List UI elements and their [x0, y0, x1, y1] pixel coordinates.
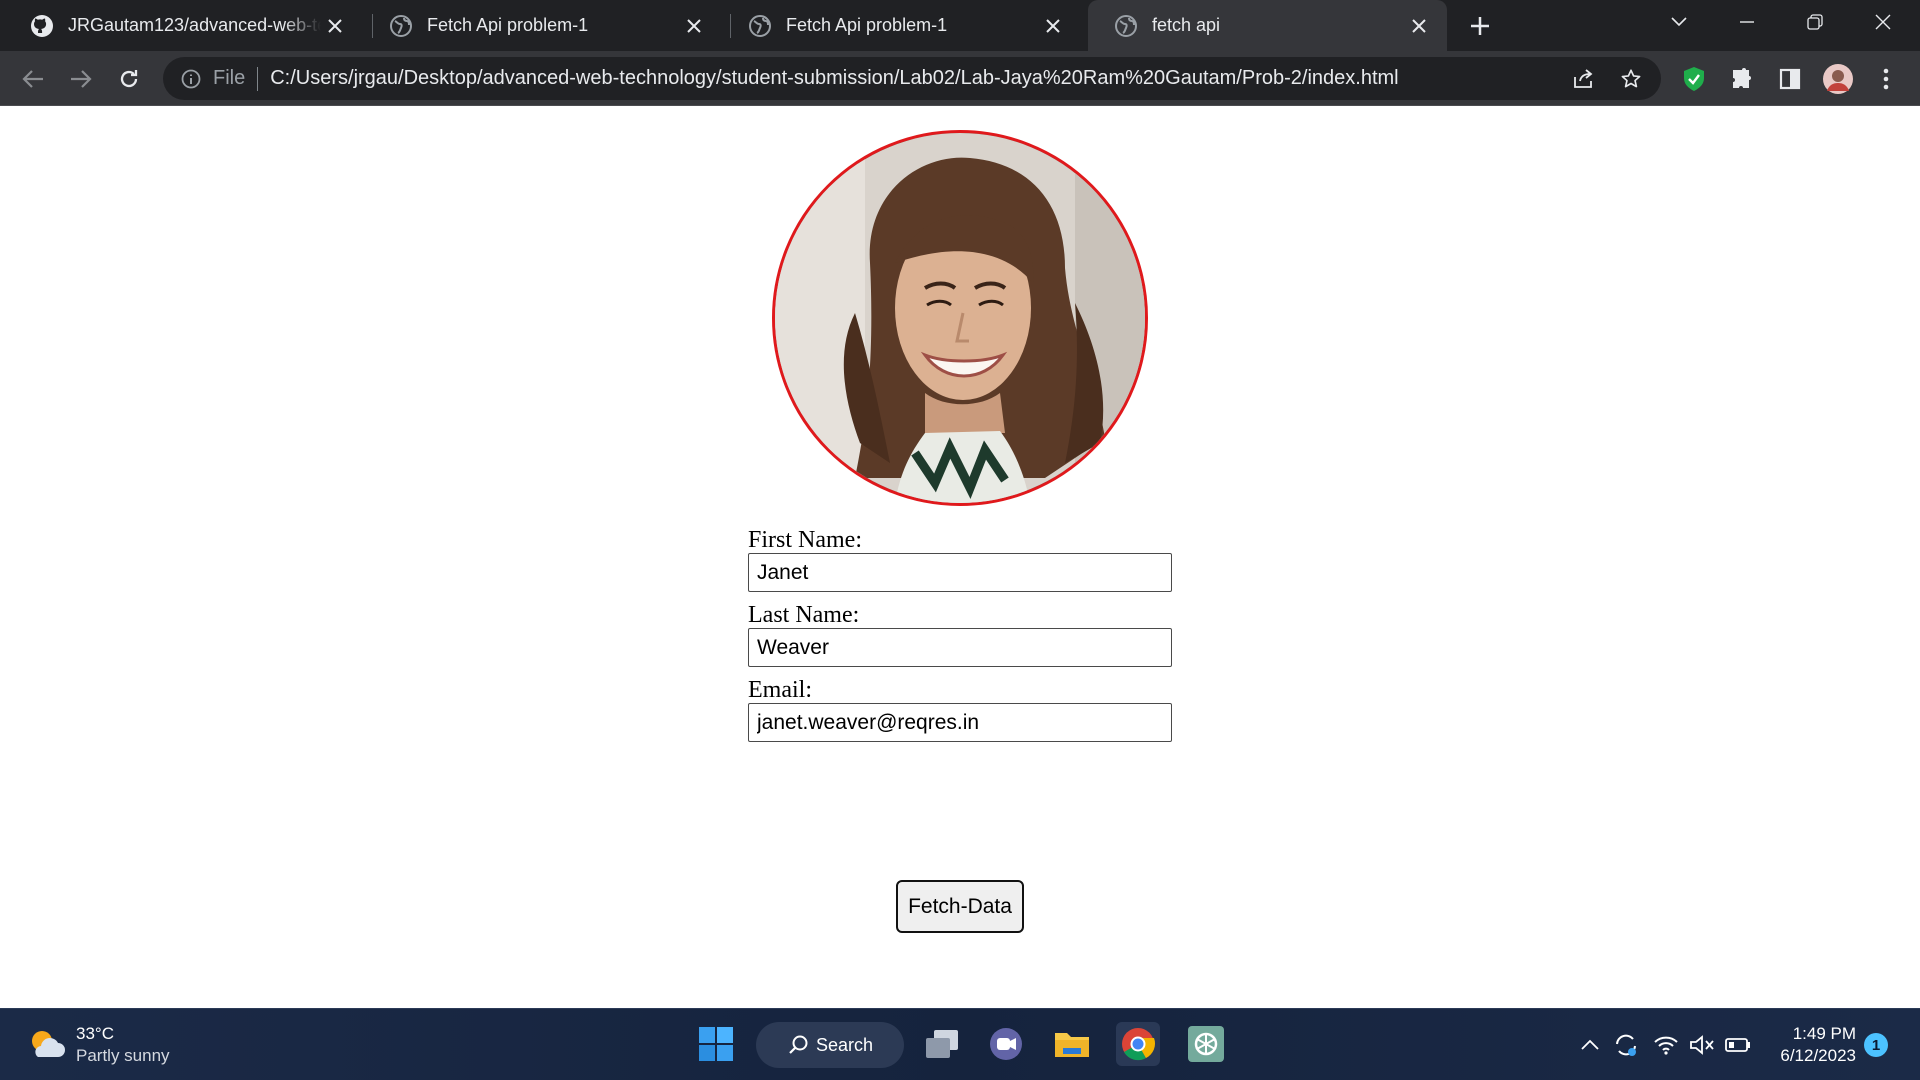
globe-icon: [748, 14, 772, 38]
restore-icon: [1807, 14, 1823, 30]
omnibox-divider: [257, 66, 259, 91]
info-icon[interactable]: [179, 67, 203, 91]
folder-icon: [1055, 1033, 1089, 1057]
close-tab-icon[interactable]: [321, 12, 349, 40]
share-icon: [1574, 69, 1593, 88]
shield-icon: [1684, 67, 1704, 91]
clock-time: 1:49 PM: [1792, 1024, 1856, 1043]
first-name-label: First Name:: [748, 527, 862, 553]
back-button[interactable]: [15, 61, 51, 97]
browser-toolbar: File C:/Users/jrgau/Desktop/advanced-web…: [0, 51, 1920, 106]
teams-chat-button[interactable]: [984, 1022, 1028, 1066]
page-content: First Name: Last Name: Email: Fetch-Data: [0, 107, 1920, 1008]
restore-button[interactable]: [1784, 0, 1846, 44]
volume-muted-icon: [1690, 1035, 1714, 1055]
battery-icon: [1725, 1038, 1750, 1052]
search-label: Search: [816, 1034, 874, 1055]
taskbar-clock[interactable]: 1:49 PM 6/12/2023: [1766, 1023, 1856, 1067]
share-button[interactable]: [1565, 61, 1601, 97]
arrow-left-icon: [22, 70, 43, 88]
reload-icon: [120, 70, 138, 88]
forward-button[interactable]: [63, 61, 99, 97]
minimize-icon: [1740, 21, 1754, 23]
tab-strip: JRGautam123/advanced-web-tec Fetch Api p…: [0, 0, 1920, 51]
file-explorer-button[interactable]: [1050, 1022, 1094, 1066]
profile-photo: [772, 130, 1148, 506]
bookmark-button[interactable]: [1613, 61, 1649, 97]
chrome-button[interactable]: [1116, 1022, 1160, 1066]
plus-icon: [1471, 17, 1489, 35]
tab-title: JRGautam123/advanced-web-tec: [68, 15, 321, 35]
tab-title: Fetch Api problem-1: [786, 15, 948, 35]
clock-date: 6/12/2023: [1780, 1046, 1856, 1065]
url-scheme-label: File: [213, 67, 246, 89]
close-tab-icon[interactable]: [1405, 12, 1433, 40]
email-field[interactable]: [748, 703, 1172, 742]
side-panel-button[interactable]: [1772, 61, 1808, 97]
chevron-up-icon: [1581, 1039, 1599, 1050]
sync-icon: [1616, 1034, 1636, 1056]
tab-title: fetch api: [1152, 15, 1221, 35]
chatgpt-icon: [1188, 1026, 1224, 1062]
extensions-button[interactable]: [1724, 61, 1760, 97]
start-button[interactable]: [694, 1022, 738, 1066]
wifi-icon: [1654, 1036, 1678, 1055]
arrow-right-icon: [71, 70, 92, 88]
weather-temperature: 33°C: [76, 1024, 114, 1043]
close-window-button[interactable]: [1852, 0, 1914, 44]
side-panel-icon: [1779, 68, 1801, 90]
windows-taskbar: 33°C Partly sunny Search 1:49 PM 6/12/20…: [0, 1008, 1920, 1080]
weather-widget[interactable]: 33°C Partly sunny: [26, 1023, 170, 1067]
volume-tray-icon[interactable]: [1686, 1029, 1718, 1061]
taskbar-search[interactable]: Search: [756, 1022, 904, 1068]
close-tab-icon[interactable]: [1039, 12, 1067, 40]
extension-shield-button[interactable]: [1676, 61, 1712, 97]
tab-fetch-api-problem-1[interactable]: Fetch Api problem-1: [363, 0, 722, 51]
kebab-menu-icon: [1883, 68, 1889, 90]
wifi-tray-icon[interactable]: [1650, 1029, 1682, 1061]
chatgpt-button[interactable]: [1184, 1022, 1228, 1066]
last-name-label: Last Name:: [748, 602, 860, 628]
fetch-data-button[interactable]: Fetch-Data: [896, 880, 1024, 933]
star-icon: [1621, 69, 1641, 88]
globe-icon: [1114, 14, 1138, 38]
partly-sunny-icon: [32, 1031, 65, 1057]
task-view-icon: [926, 1030, 958, 1058]
avatar-icon: [1823, 64, 1853, 94]
close-icon: [1875, 14, 1891, 30]
windows-logo-icon: [699, 1027, 733, 1061]
chrome-icon: [1122, 1028, 1156, 1061]
notification-badge[interactable]: 1: [1864, 1033, 1888, 1057]
menu-button[interactable]: [1868, 61, 1904, 97]
chat-icon: [990, 1028, 1022, 1060]
tab-github[interactable]: JRGautam123/advanced-web-tec: [4, 0, 363, 51]
profile-button[interactable]: [1820, 61, 1856, 97]
puzzle-icon: [1733, 68, 1751, 88]
sync-tray-icon[interactable]: [1610, 1029, 1642, 1061]
url-text[interactable]: C:/Users/jrgau/Desktop/advanced-web-tech…: [270, 67, 1398, 90]
minimize-button[interactable]: [1716, 0, 1778, 44]
new-tab-button[interactable]: [1464, 10, 1496, 42]
globe-icon: [389, 14, 413, 38]
chevron-down-icon: [1671, 17, 1687, 27]
tab-fetch-api[interactable]: fetch api: [1088, 0, 1447, 51]
github-icon: [30, 14, 54, 38]
tab-fetch-api-problem-1-second[interactable]: Fetch Api problem-1: [722, 0, 1081, 51]
task-view-button[interactable]: [920, 1022, 964, 1066]
last-name-field[interactable]: [748, 628, 1172, 667]
close-tab-icon[interactable]: [680, 12, 708, 40]
fetch-data-container: Fetch-Data: [896, 880, 1024, 933]
first-name-field[interactable]: [748, 553, 1172, 592]
battery-tray-icon[interactable]: [1722, 1029, 1754, 1061]
search-icon: [789, 1035, 808, 1054]
email-label: Email:: [748, 677, 812, 703]
tab-title: Fetch Api problem-1: [427, 15, 589, 35]
address-bar[interactable]: File C:/Users/jrgau/Desktop/advanced-web…: [163, 57, 1661, 100]
reload-button[interactable]: [111, 61, 147, 97]
weather-condition: Partly sunny: [76, 1046, 170, 1065]
tab-search-button[interactable]: [1648, 0, 1710, 44]
user-form: First Name: Last Name: Email:: [748, 527, 1172, 752]
show-hidden-icons-button[interactable]: [1574, 1029, 1606, 1061]
